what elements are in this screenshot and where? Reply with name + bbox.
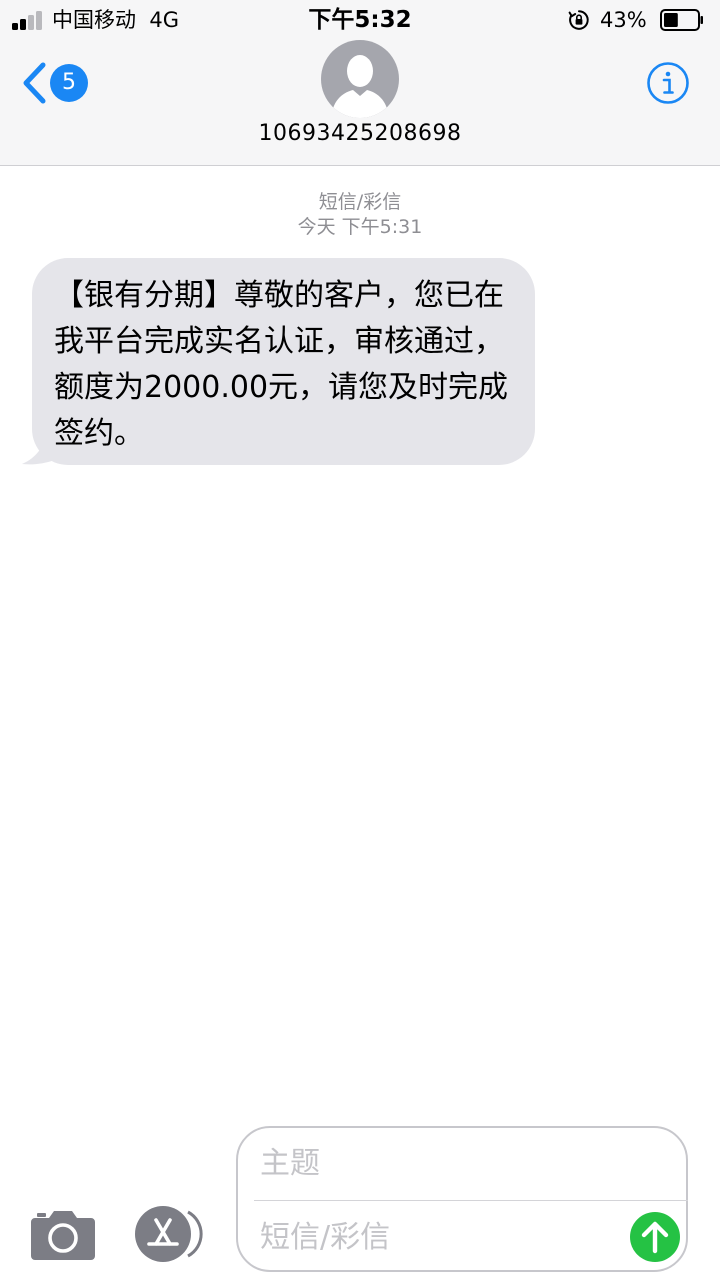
compose-divider — [254, 1200, 688, 1201]
message-text: 【银有分期】尊敬的客户，您已在我平台完成实名认证，审核通过，额度为2000.00… — [32, 258, 535, 465]
navigation-header: 中国移动 4G 下午5:32 43% 5 10693425208698 — [0, 0, 720, 166]
info-icon[interactable] — [646, 61, 690, 105]
message-bubble-incoming[interactable]: 【银有分期】尊敬的客户，您已在我平台完成实名认证，审核通过，额度为2000.00… — [20, 258, 540, 468]
unread-count-badge: 5 — [50, 64, 88, 102]
message-type-label: 短信/彩信 — [318, 191, 402, 213]
battery-icon — [660, 9, 703, 31]
person-silhouette-icon[interactable] — [321, 40, 399, 118]
subject-input[interactable]: 主题 — [260, 1142, 660, 1186]
chevron-left-icon — [23, 62, 46, 104]
status-bar: 中国移动 4G 下午5:32 43% — [0, 0, 720, 40]
orientation-lock-icon — [568, 10, 589, 30]
message-input[interactable]: 短信/彩信 — [260, 1216, 600, 1260]
compose-box: 主题 短信/彩信 — [236, 1126, 688, 1272]
message-timestamp: 今天 下午5:31 — [297, 216, 423, 238]
thread-meta: 短信/彩信 今天 下午5:31 — [0, 190, 720, 240]
camera-icon[interactable] — [31, 1208, 95, 1260]
app-store-icon[interactable] — [134, 1206, 206, 1262]
arrow-up-icon[interactable] — [629, 1211, 681, 1263]
contact-number[interactable]: 10693425208698 — [0, 119, 720, 149]
battery-percent: 43% — [600, 8, 647, 32]
back-button[interactable]: 5 — [20, 56, 92, 112]
